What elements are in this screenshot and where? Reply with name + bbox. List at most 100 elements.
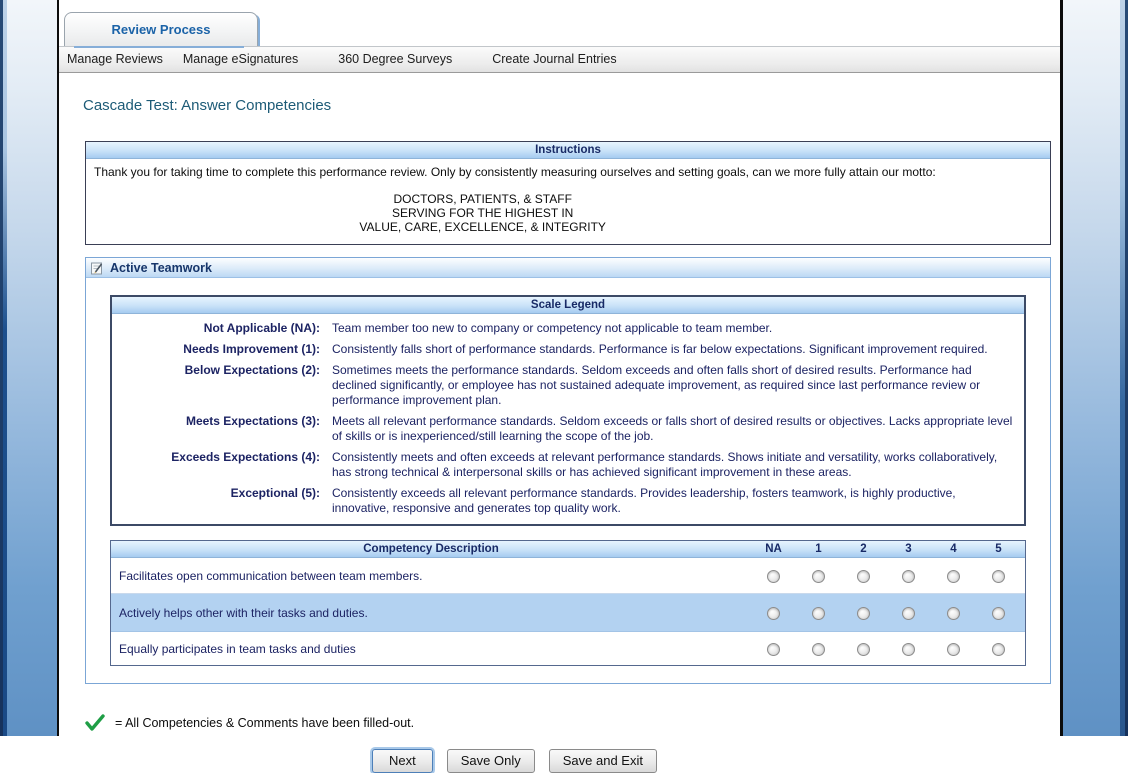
rating-cell: [976, 605, 1021, 619]
rating-radio-row2-2[interactable]: [857, 643, 870, 656]
legend-row: Not Applicable (NA): Team member too new …: [112, 314, 1024, 338]
rating-radio-row2-5[interactable]: [992, 643, 1005, 656]
menu-item-create-journal-entries[interactable]: Create Journal Entries: [492, 47, 616, 72]
rating-radio-row0-3[interactable]: [902, 570, 915, 583]
legend-row: Exceeds Expectations (4): Consistently me…: [112, 446, 1024, 482]
legend-row-description: Meets all relevant performance standards…: [332, 414, 1014, 444]
page-title: Cascade Test: Answer Competencies: [83, 97, 1060, 114]
rating-cell: [886, 641, 931, 655]
competency-row: Facilitates open communication between t…: [111, 558, 1025, 594]
rating-radio-row2-4[interactable]: [947, 643, 960, 656]
legend-row-description: Consistently exceeds all relevant perfor…: [332, 486, 1014, 516]
rating-radio-row1-5[interactable]: [992, 607, 1005, 620]
rating-radio-row0-4[interactable]: [947, 570, 960, 583]
rating-cell: [751, 605, 796, 619]
rating-radio-row1-1[interactable]: [812, 607, 825, 620]
legend-row-label: Exceeds Expectations (4):: [112, 450, 320, 480]
legend-row-label: Needs Improvement (1):: [112, 342, 320, 357]
menu-bar: Manage Reviews Manage eSignatures 360 Degr…: [59, 46, 1060, 73]
rating-radio-row0-1[interactable]: [812, 570, 825, 583]
tab-strip: Review Process: [59, 0, 1060, 46]
action-buttons: Next Save Only Save and Exit: [59, 749, 1060, 773]
legend-row-description: Consistently meets and often exceeds at …: [332, 450, 1014, 480]
menu-item-manage-esignatures[interactable]: Manage eSignatures: [183, 47, 298, 72]
rating-cell: [976, 641, 1021, 655]
competency-row-description: Facilitates open communication between t…: [111, 569, 751, 583]
content-right-border: [1060, 0, 1063, 736]
rating-cell: [796, 568, 841, 582]
rating-cell: [886, 568, 931, 582]
rating-radio-row1-3[interactable]: [902, 607, 915, 620]
rating-cell: [841, 641, 886, 655]
competency-row-description: Actively helps other with their tasks an…: [111, 606, 751, 620]
legend-row-description: Consistently falls short of performance …: [332, 342, 1014, 357]
menu-item-manage-reviews[interactable]: Manage Reviews: [67, 47, 163, 72]
rating-column-header-2: 2: [841, 541, 886, 557]
save-only-button[interactable]: Save Only: [447, 749, 535, 773]
window-frame-right: [1063, 0, 1128, 736]
rating-column-header-1: 1: [796, 541, 841, 557]
rating-cell: [796, 641, 841, 655]
rating-column-header-4: 4: [931, 541, 976, 557]
instructions-intro: Thank you for taking time to complete th…: [94, 165, 1042, 179]
completion-note-text: = All Competencies & Comments have been …: [115, 716, 414, 730]
rating-cell: [841, 568, 886, 582]
scale-legend-rows: Not Applicable (NA): Team member too new …: [112, 314, 1024, 524]
instructions-header: Instructions: [86, 142, 1050, 159]
rating-radio-row2-na[interactable]: [767, 643, 780, 656]
save-and-exit-button[interactable]: Save and Exit: [549, 749, 657, 773]
competency-row: Equally participates in team tasks and d…: [111, 632, 1025, 665]
motto-line: SERVING FOR THE HIGHEST IN: [94, 206, 871, 220]
rating-radio-row1-4[interactable]: [947, 607, 960, 620]
rating-column-header-3: 3: [886, 541, 931, 557]
rating-column-header-na: NA: [751, 541, 796, 557]
legend-row-label: Meets Expectations (3):: [112, 414, 320, 444]
rating-cell: [751, 568, 796, 582]
legend-row-label: Not Applicable (NA):: [112, 321, 320, 336]
legend-row-label: Exceptional (5):: [112, 486, 320, 516]
competency-table-header: Competency Description NA12345: [111, 541, 1025, 558]
competency-row-description: Equally participates in team tasks and d…: [111, 642, 751, 656]
section-title: Active Teamwork: [110, 261, 212, 275]
rating-radio-row2-3[interactable]: [902, 643, 915, 656]
rating-cell: [886, 605, 931, 619]
rating-cell: [931, 641, 976, 655]
motto-text: DOCTORS, PATIENTS, & STAFFSERVING FOR TH…: [94, 192, 871, 234]
legend-row-description: Team member too new to company or compet…: [332, 321, 1014, 336]
tab-review-process-label: Review Process: [111, 22, 210, 37]
competency-row: Actively helps other with their tasks an…: [111, 594, 1025, 632]
section-header: Active Teamwork: [86, 258, 1050, 278]
competency-description-header: Competency Description: [111, 541, 751, 557]
rating-radio-row0-5[interactable]: [992, 570, 1005, 583]
completion-note: = All Competencies & Comments have been …: [85, 714, 1060, 732]
scale-legend-header: Scale Legend: [112, 297, 1024, 314]
rating-cell: [931, 605, 976, 619]
instructions-body: Thank you for taking time to complete th…: [86, 159, 1050, 244]
legend-row: Below Expectations (2): Sometimes meets t…: [112, 359, 1024, 410]
main-content: Review Process Manage Reviews Manage eSig…: [59, 0, 1060, 736]
rating-cell: [796, 605, 841, 619]
rating-radio-row0-2[interactable]: [857, 570, 870, 583]
next-button[interactable]: Next: [372, 749, 433, 773]
rating-radio-row1-na[interactable]: [767, 607, 780, 620]
rating-cell: [751, 641, 796, 655]
legend-row: Exceptional (5): Consistently exceeds all…: [112, 482, 1024, 524]
rating-cell: [931, 568, 976, 582]
motto-line: DOCTORS, PATIENTS, & STAFF: [94, 192, 871, 206]
tab-review-process[interactable]: Review Process: [64, 12, 258, 46]
legend-row: Meets Expectations (3): Meets all relevan…: [112, 410, 1024, 446]
legend-row-label: Below Expectations (2):: [112, 363, 320, 408]
rating-column-header-5: 5: [976, 541, 1021, 557]
competency-section: Active Teamwork Scale Legend Not Applica…: [85, 257, 1051, 684]
menu-item-360-degree-surveys[interactable]: 360 Degree Surveys: [338, 47, 452, 72]
section-body: Scale Legend Not Applicable (NA): Team me…: [86, 278, 1050, 683]
competency-table: Competency Description NA12345 Facilitat…: [110, 540, 1026, 666]
green-checkmark-icon: [85, 714, 105, 732]
instructions-panel: Instructions Thank you for taking time t…: [85, 141, 1051, 245]
rating-radio-row0-na[interactable]: [767, 570, 780, 583]
legend-row-description: Sometimes meets the performance standard…: [332, 363, 1014, 408]
rating-radio-row2-1[interactable]: [812, 643, 825, 656]
competency-rows: Facilitates open communication between t…: [111, 558, 1025, 665]
rating-cell: [841, 605, 886, 619]
rating-radio-row1-2[interactable]: [857, 607, 870, 620]
